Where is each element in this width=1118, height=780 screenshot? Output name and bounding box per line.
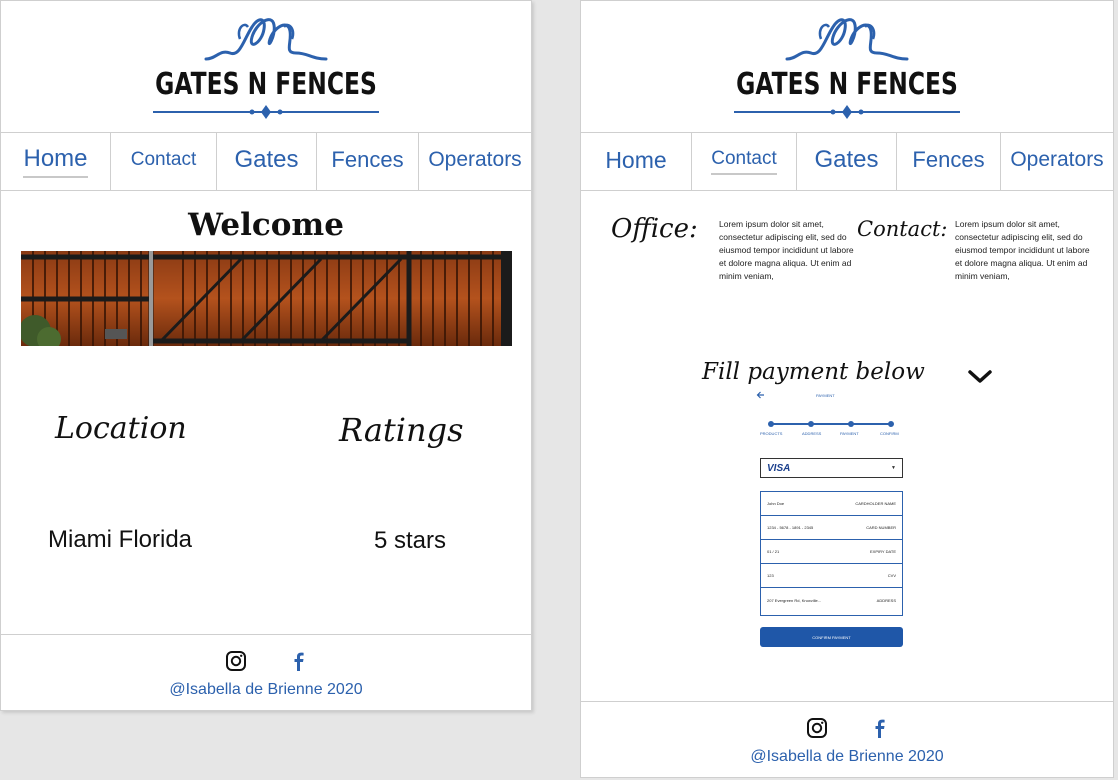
nav-contact-label: Contact (711, 148, 777, 175)
main-nav: Home Contact Gates Fences Operators (1, 133, 531, 191)
step-label: CONFIRM (880, 431, 899, 436)
home-page-frame: GATES N FENCES Home Contact Gates Fences… (0, 0, 532, 711)
expiry-field[interactable]: 01 / 21 EXPIRY DATE (761, 540, 902, 564)
nav-gates[interactable]: Gates (797, 133, 897, 190)
payment-heading: Fill payment below (702, 359, 925, 385)
ratings-heading: Ratings (339, 411, 464, 449)
footer: @Isabella de Brienne 2020 (1, 634, 531, 710)
nav-operators-label: Operators (1010, 148, 1104, 171)
logo-rule (153, 105, 379, 119)
cvv-field[interactable]: 123 CVV (761, 564, 902, 588)
nav-home-label: Home (23, 145, 88, 178)
step-dot (848, 421, 854, 427)
field-value: John Doe (767, 501, 785, 506)
footer-credit: @Isabella de Brienne 2020 (169, 681, 363, 698)
step-label: PAYMENT (840, 431, 859, 436)
nav-fences-label: Fences (912, 147, 985, 172)
step-label: PRODUCTS (760, 431, 783, 436)
nav-home[interactable]: Home (1, 133, 111, 190)
facebook-icon[interactable] (291, 650, 307, 672)
nav-fences-label: Fences (331, 147, 404, 172)
instagram-icon[interactable] (225, 650, 247, 672)
nav-home[interactable]: Home (581, 133, 692, 190)
brand-name: GATES N FENCES (155, 67, 377, 102)
address-field[interactable]: 207 Evergreen Rd, Knoxville... ADDRESS (761, 588, 902, 612)
nav-gates[interactable]: Gates (217, 133, 317, 190)
footer-credit: @Isabella de Brienne 2020 (750, 748, 944, 765)
gate-banner-image (21, 251, 512, 346)
logo-swirl-icon (785, 18, 909, 61)
footer: @Isabella de Brienne 2020 (581, 701, 1113, 777)
select-caret-icon: ▼ (891, 465, 896, 471)
brand-name: GATES N FENCES (736, 67, 958, 102)
field-value: 207 Evergreen Rd, Knoxville... (767, 597, 822, 603)
instagram-icon[interactable] (806, 717, 828, 739)
step-label: ADDRESS (802, 431, 822, 436)
location-heading: Location (55, 411, 187, 446)
nav-contact[interactable]: Contact (111, 133, 217, 190)
field-label: EXPIRY DATE (869, 549, 896, 554)
field-label: CVV (887, 573, 896, 578)
stepper-line (770, 423, 892, 425)
field-label: CARDHOLDER NAME (855, 501, 896, 506)
nav-gates-label: Gates (234, 146, 299, 173)
brand-logo[interactable]: GATES N FENCES (1, 1, 531, 133)
nav-contact[interactable]: Contact (692, 133, 797, 190)
card-form: John Doe CARDHOLDER NAME 1234 - 5678 - 18… (760, 491, 903, 616)
nav-fences[interactable]: Fences (317, 133, 419, 190)
confirm-payment-label: CONFIRM PAYMENT (812, 634, 851, 640)
nav-fences[interactable]: Fences (897, 133, 1001, 190)
nav-operators-label: Operators (428, 148, 522, 171)
confirm-payment-button[interactable]: CONFIRM PAYMENT (760, 627, 903, 647)
payment-header: PAYMENT (816, 393, 835, 398)
location-value: Miami Florida (48, 526, 193, 553)
cardholder-field[interactable]: John Doe CARDHOLDER NAME (761, 492, 902, 516)
nav-contact-label: Contact (130, 149, 197, 170)
visa-label: VISA (767, 462, 791, 474)
field-label: ADDRESS (876, 597, 896, 603)
card-number-field[interactable]: 1234 - 5678 - 1891 - 2345 CARD NUMBER (761, 516, 902, 540)
facebook-icon[interactable] (872, 717, 888, 739)
nav-home-label: Home (605, 146, 667, 173)
social-icons (1, 650, 531, 672)
social-icons (581, 717, 1113, 739)
contact-heading: Contact: (857, 217, 948, 241)
step-dot (888, 421, 894, 427)
payment-widget: PAYMENT PRODUCTS ADDRESS PAYMENT CONFIRM… (756, 386, 906, 648)
office-text: Lorem ipsum dolor sit amet, consectetur … (719, 219, 854, 281)
field-label: CARD NUMBER (866, 525, 896, 530)
office-heading: Office: (611, 214, 698, 244)
ratings-value: 5 stars (374, 527, 447, 554)
nav-gates-label: Gates (814, 146, 879, 173)
logo-swirl-icon (204, 18, 328, 61)
card-type-select[interactable]: VISA ▼ (760, 458, 903, 478)
logo-rule (734, 105, 960, 119)
step-dot (768, 421, 774, 427)
nav-operators[interactable]: Operators (1001, 133, 1113, 190)
chevron-down-icon[interactable] (967, 369, 993, 385)
field-value: 123 (767, 573, 774, 578)
field-value: 1234 - 5678 - 1891 - 2345 (767, 525, 814, 530)
page-title: Welcome (188, 207, 344, 243)
step-dot (808, 421, 814, 427)
main-nav: Home Contact Gates Fences Operators (581, 133, 1113, 191)
contact-text: Lorem ipsum dolor sit amet, consectetur … (955, 219, 1090, 281)
field-value: 01 / 21 (767, 549, 780, 554)
back-arrow-icon[interactable] (756, 390, 766, 400)
nav-operators[interactable]: Operators (419, 133, 531, 190)
brand-logo[interactable]: GATES N FENCES (581, 1, 1113, 133)
